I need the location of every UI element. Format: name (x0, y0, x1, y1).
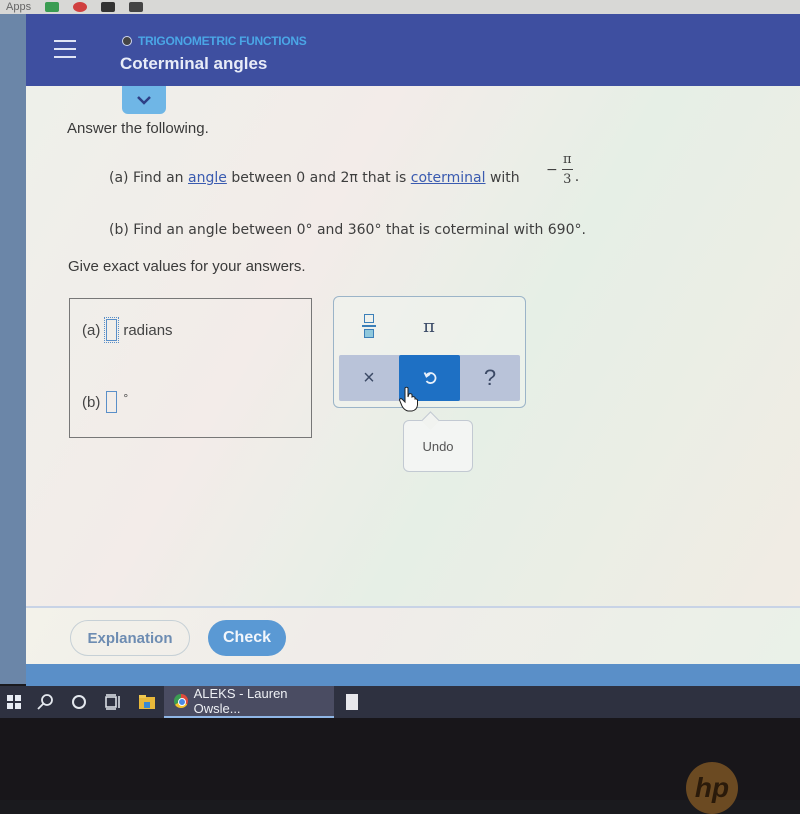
app-header: TRIGONOMETRIC FUNCTIONS Coterminal angle… (26, 14, 800, 86)
windows-taskbar: ALEKS - Lauren Owsle... (0, 686, 800, 718)
clear-button[interactable]: × (339, 355, 399, 401)
fraction-icon (364, 314, 374, 324)
problem-area: Answer the following. (a) Find an angle … (26, 86, 800, 609)
angle-definition-link[interactable]: angle (188, 170, 227, 186)
search-button[interactable] (28, 686, 62, 718)
cortana-button[interactable] (62, 686, 96, 718)
exact-values-note: Give exact values for your answers. (68, 258, 306, 275)
pi-button[interactable]: π (414, 309, 444, 343)
taskbar-chrome-aleks[interactable]: ALEKS - Lauren Owsle... (164, 686, 334, 718)
coterminal-definition-link[interactable]: coterminal (411, 170, 486, 186)
answer-row-b: (b) ° (82, 391, 128, 413)
bookmarks-bar: Apps (0, 0, 800, 14)
document-icon (346, 694, 358, 710)
cortana-circle-icon (72, 695, 86, 709)
undo-tooltip: Undo (403, 420, 473, 472)
fraction-numerator: π (562, 152, 572, 167)
fraction-denominator: 3 (563, 172, 572, 187)
taskbar-document-app[interactable] (334, 686, 358, 718)
answer-row-a: (a) radians (82, 317, 173, 343)
degree-unit: ° (123, 391, 129, 405)
laptop-bezel: hp (0, 718, 800, 814)
hamburger-menu-button[interactable] (54, 40, 76, 58)
page-bottom-bar (26, 664, 800, 686)
screen: Apps TRIGONOMETRIC FUNCTIONS Coterminal … (0, 0, 800, 814)
collapse-header-button[interactable] (122, 86, 166, 114)
undo-icon (423, 372, 436, 384)
help-button[interactable]: ? (460, 355, 520, 401)
apps-bookmark[interactable]: Apps (6, 1, 31, 13)
action-footer: Explanation Check (26, 608, 800, 664)
undo-button[interactable] (399, 355, 460, 401)
folder-icon (139, 695, 155, 709)
left-gutter (0, 14, 26, 684)
bookmark-icon[interactable] (101, 2, 116, 12)
progress-circle-icon (122, 36, 132, 46)
answer-a-input[interactable] (104, 317, 120, 343)
windows-logo-icon (7, 695, 21, 709)
task-view-icon (105, 694, 120, 710)
bookmark-icon[interactable] (45, 2, 60, 12)
task-view-button[interactable] (96, 686, 130, 718)
chrome-icon (174, 694, 188, 708)
math-keypad: π × ? (333, 296, 526, 408)
hp-logo: hp (686, 762, 738, 814)
chevron-down-icon (137, 96, 151, 105)
answer-b-input[interactable] (106, 391, 118, 413)
question-b: (b) Find an angle between 0° and 360° th… (109, 222, 586, 238)
radians-unit: radians (123, 321, 173, 339)
answer-box: (a) radians (b) ° (69, 298, 312, 438)
bookmark-icon[interactable] (129, 2, 144, 12)
fraction-button[interactable] (354, 309, 384, 343)
given-angle-fraction: − π 3 . (546, 152, 580, 187)
bookmark-icon[interactable] (73, 2, 88, 12)
topic-label: TRIGONOMETRIC FUNCTIONS (122, 34, 307, 48)
topic-text: TRIGONOMETRIC FUNCTIONS (138, 34, 307, 48)
question-a: (a) Find an angle between 0 and 2π that … (109, 170, 520, 186)
explanation-button[interactable]: Explanation (70, 620, 190, 656)
check-button[interactable]: Check (208, 620, 286, 656)
file-explorer-button[interactable] (130, 686, 164, 718)
page-title: Coterminal angles (120, 54, 268, 73)
search-icon (37, 694, 53, 710)
start-button[interactable] (0, 686, 28, 718)
instruction-text: Answer the following. (67, 120, 209, 137)
